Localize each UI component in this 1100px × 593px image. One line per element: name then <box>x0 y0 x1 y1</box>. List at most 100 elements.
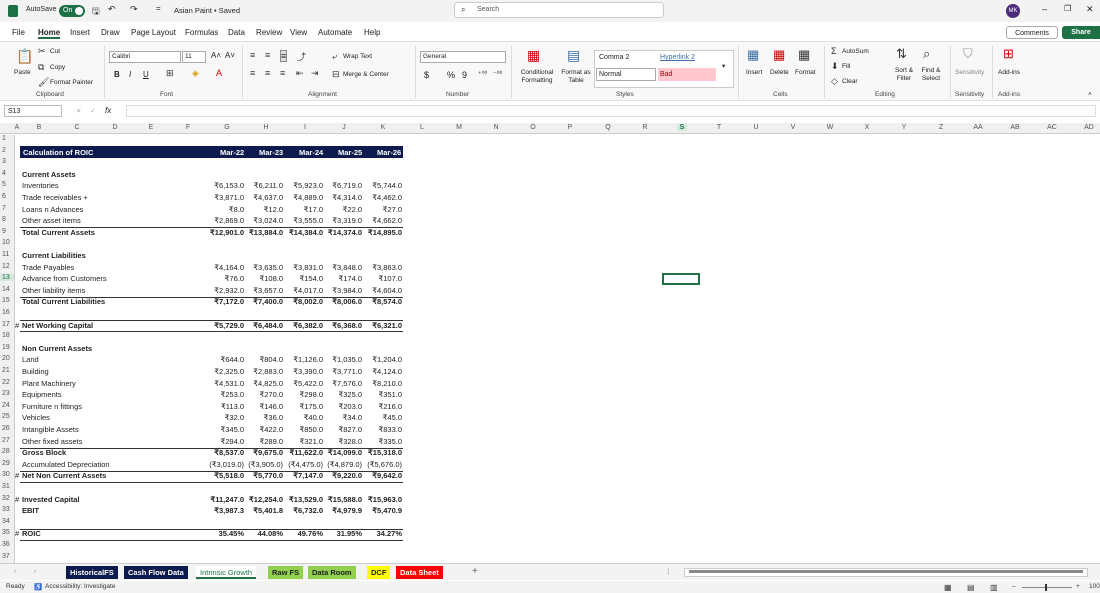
style-hyperlink-2[interactable]: Hyperlink 2 <box>660 54 695 61</box>
delete-cells-button[interactable]: Delete <box>770 69 789 76</box>
value-cell[interactable]: ₹4,124.0 <box>362 367 402 376</box>
value-cell[interactable]: ₹11,247.0 <box>204 495 244 504</box>
share-button[interactable]: Share <box>1062 26 1100 39</box>
value-cell[interactable]: 49.76% <box>283 529 323 538</box>
value-cell[interactable]: ₹4,604.0 <box>362 286 402 295</box>
row-header[interactable]: 1 <box>0 135 14 142</box>
column-header[interactable]: M <box>454 124 464 131</box>
value-cell[interactable]: ₹22.0 <box>322 205 362 214</box>
value-cell[interactable]: ₹6,153.0 <box>204 181 244 190</box>
minimize-icon[interactable]: – <box>1042 4 1047 14</box>
value-cell[interactable]: ₹12.0 <box>243 205 283 214</box>
row-label[interactable]: Building <box>22 367 49 376</box>
sheet-tab[interactable]: Cash Flow Data <box>124 566 188 579</box>
column-header[interactable]: U <box>751 124 761 131</box>
value-cell[interactable]: ₹7,147.0 <box>283 471 323 480</box>
increase-font-icon[interactable]: A˄ <box>211 51 221 60</box>
decrease-indent-icon[interactable]: ⇤ <box>296 68 304 79</box>
menu-formulas[interactable]: Formulas <box>185 28 218 37</box>
value-cell[interactable]: ₹14,099.0 <box>322 448 362 457</box>
value-cell[interactable]: ₹175.0 <box>283 402 323 411</box>
value-cell[interactable]: ₹2,869.0 <box>204 216 244 225</box>
fill-button[interactable]: Fill <box>842 63 850 70</box>
row-header[interactable]: 13 <box>0 274 14 282</box>
align-middle-icon[interactable]: ≡ <box>265 50 270 60</box>
column-header[interactable]: X <box>862 124 872 131</box>
row-label[interactable]: Total Current Assets <box>22 228 95 237</box>
search-box[interactable]: ⌕ Search <box>454 2 664 18</box>
name-box[interactable]: S13 <box>4 105 62 117</box>
value-cell[interactable]: ₹27.0 <box>362 205 402 214</box>
value-cell[interactable]: ₹154.0 <box>283 274 323 283</box>
value-cell[interactable]: (₹5,676.0) <box>362 460 402 469</box>
value-cell[interactable]: ₹34.0 <box>322 413 362 422</box>
value-cell[interactable]: ₹4,531.0 <box>204 379 244 388</box>
value-cell[interactable]: ₹6,211.0 <box>243 181 283 190</box>
zoom-out-icon[interactable]: – <box>1012 583 1016 590</box>
value-cell[interactable]: ₹113.0 <box>204 402 244 411</box>
more-options-icon[interactable]: ⋮ <box>665 567 672 575</box>
value-cell[interactable]: ₹36.0 <box>243 413 283 422</box>
column-header[interactable]: R <box>640 124 650 131</box>
value-cell[interactable]: ₹216.0 <box>362 402 402 411</box>
sheet-tab[interactable]: Raw FS <box>268 566 304 579</box>
autosave-toggle[interactable]: On <box>59 5 85 17</box>
value-cell[interactable]: 31.95% <box>322 529 362 538</box>
copy-button[interactable]: Copy <box>50 64 65 71</box>
row-header[interactable]: 22 <box>0 379 14 386</box>
styles-more-icon[interactable]: ▾ <box>722 62 725 70</box>
bold-button[interactable]: B <box>114 70 120 79</box>
paste-button[interactable]: Paste <box>14 69 31 76</box>
row-label[interactable]: Current Assets <box>22 170 76 179</box>
value-cell[interactable]: ₹3,863.0 <box>362 263 402 272</box>
row-label[interactable]: Gross Block <box>22 448 66 457</box>
value-cell[interactable]: (₹3,905.0) <box>243 460 283 469</box>
row-header[interactable]: 12 <box>0 263 14 270</box>
value-cell[interactable]: ₹146.0 <box>243 402 283 411</box>
value-cell[interactable]: ₹5,744.0 <box>362 181 402 190</box>
value-cell[interactable]: ₹8,002.0 <box>283 297 323 306</box>
page-break-view-icon[interactable]: ▥ <box>990 583 998 592</box>
value-cell[interactable]: ₹253.0 <box>204 390 244 399</box>
column-header[interactable]: D <box>110 124 120 131</box>
row-header[interactable]: 34 <box>0 518 14 525</box>
value-cell[interactable]: ₹13,884.0 <box>243 228 283 237</box>
value-cell[interactable]: 34.27% <box>362 529 402 538</box>
value-cell[interactable]: 35.45% <box>204 529 244 538</box>
row-header[interactable]: 15 <box>0 297 14 304</box>
restore-icon[interactable]: ❐ <box>1064 4 1071 13</box>
font-color-icon[interactable]: A <box>216 68 222 78</box>
row-header[interactable]: 25 <box>0 413 14 420</box>
value-cell[interactable]: ₹14,895.0 <box>362 228 402 237</box>
column-header[interactable]: S <box>677 124 687 131</box>
decrease-font-icon[interactable]: A˅ <box>225 51 235 60</box>
value-cell[interactable]: ₹270.0 <box>243 390 283 399</box>
comments-button[interactable]: Comments <box>1006 26 1058 39</box>
value-cell[interactable]: ₹40.0 <box>283 413 323 422</box>
value-cell[interactable]: ₹8,210.0 <box>362 379 402 388</box>
value-cell[interactable]: ₹76.0 <box>204 274 244 283</box>
sheet-tab[interactable]: DCF <box>367 566 391 579</box>
value-cell[interactable]: ₹1,204.0 <box>362 355 402 364</box>
style-bad[interactable]: Bad <box>658 68 716 81</box>
row-label[interactable]: Inventories <box>22 181 59 190</box>
value-cell[interactable]: ₹351.0 <box>362 390 402 399</box>
format-cells-button[interactable]: Format <box>795 69 816 76</box>
value-cell[interactable]: (₹4,879.0) <box>322 460 362 469</box>
quick-access-more[interactable]: = <box>156 4 161 13</box>
row-header[interactable]: 21 <box>0 367 14 374</box>
row-label[interactable]: Loans n Advances <box>22 205 83 214</box>
row-header[interactable]: 14 <box>0 286 14 293</box>
row-label[interactable]: Trade Payables <box>22 263 74 272</box>
value-cell[interactable]: ₹4,979.9 <box>322 506 362 515</box>
row-label[interactable]: Equipments <box>22 390 62 399</box>
value-cell[interactable]: ₹804.0 <box>243 355 283 364</box>
row-label[interactable]: Plant Machinery <box>22 379 76 388</box>
value-cell[interactable]: ₹8,574.0 <box>362 297 402 306</box>
row-header[interactable]: 8 <box>0 216 14 223</box>
cut-button[interactable]: Cut <box>50 48 60 55</box>
row-label[interactable]: Total Current Liabilities <box>22 297 105 306</box>
value-cell[interactable]: ₹328.0 <box>322 437 362 446</box>
sheet-tab[interactable]: Intrinsic Growth <box>196 566 257 579</box>
value-cell[interactable]: ₹9,642.0 <box>362 471 402 480</box>
